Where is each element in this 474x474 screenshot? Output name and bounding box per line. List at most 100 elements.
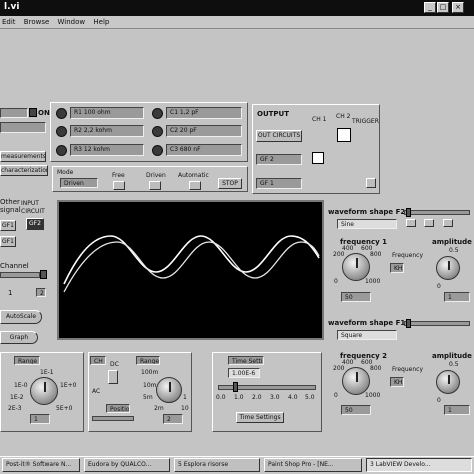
range2-label: Range bbox=[136, 356, 160, 365]
range1-value[interactable]: 1 bbox=[30, 414, 50, 424]
range1-tick-a: 1E-1 bbox=[40, 369, 54, 376]
menu-help[interactable]: Help bbox=[93, 18, 109, 26]
waveform-shape-f1-select[interactable]: Square bbox=[337, 330, 397, 340]
f2-scale-200: 200 bbox=[333, 365, 345, 372]
channel-slider[interactable] bbox=[0, 272, 40, 278]
amplitude-1-knob[interactable] bbox=[436, 256, 460, 280]
channel-slider-thumb[interactable] bbox=[40, 270, 47, 279]
time-tick-2: 2.0 bbox=[252, 394, 262, 401]
power-switch[interactable] bbox=[29, 108, 37, 117]
measurements-button[interactable]: measurements bbox=[0, 151, 46, 162]
f2-scale-1000: 1000 bbox=[365, 392, 381, 399]
menu-edit[interactable]: Edit bbox=[2, 18, 16, 26]
output-gf2-checkbox[interactable] bbox=[312, 152, 324, 164]
dc-label: DC bbox=[110, 361, 119, 368]
task-paintshop[interactable]: Paint Shop Pro - [NE... bbox=[264, 458, 362, 472]
range2-value[interactable]: 2 bbox=[163, 414, 183, 424]
menu-browse[interactable]: Browse bbox=[24, 18, 50, 26]
coupling-switch[interactable] bbox=[108, 370, 118, 384]
time-settings-button[interactable]: Time Settings bbox=[236, 412, 284, 423]
waveform-shape-f2-select[interactable]: Sine bbox=[337, 219, 397, 229]
frequency-2-value[interactable]: 50 bbox=[341, 405, 371, 415]
amplitude-2-knob[interactable] bbox=[436, 370, 460, 394]
signal-label: signal bbox=[0, 206, 21, 214]
f2-unit-label: Frequency bbox=[392, 366, 423, 373]
frequency-1-value[interactable]: 50 bbox=[341, 292, 371, 302]
gf1-button[interactable]: GF1 bbox=[0, 220, 16, 231]
frequency-1-knob[interactable] bbox=[342, 253, 370, 281]
minimize-button[interactable]: _ bbox=[424, 2, 436, 13]
c3-led[interactable] bbox=[152, 145, 163, 156]
autoscale-button[interactable]: AutoScale bbox=[0, 310, 42, 324]
automatic-button[interactable] bbox=[189, 181, 201, 190]
stop-button[interactable]: STOP bbox=[218, 178, 242, 189]
time-tick-1: 1.0 bbox=[234, 394, 244, 401]
f2-option-1[interactable] bbox=[406, 219, 416, 227]
output-ch1-label: CH 1 bbox=[312, 116, 327, 123]
menu-window[interactable]: Window bbox=[58, 18, 86, 26]
amp1-scale-0: 0 bbox=[437, 283, 441, 290]
output-title: OUTPUT bbox=[257, 110, 289, 118]
amplitude-1-value[interactable]: 1 bbox=[444, 292, 470, 302]
task-explorer[interactable]: 5 Esplora risorse bbox=[174, 458, 260, 472]
r1-led[interactable] bbox=[56, 108, 67, 119]
mode-selector[interactable]: Driven bbox=[60, 178, 98, 188]
waveform-plot bbox=[63, 235, 320, 293]
characterization-button[interactable]: characterization bbox=[0, 165, 48, 176]
r3-led[interactable] bbox=[56, 145, 67, 156]
position-label: Position bbox=[106, 404, 130, 413]
graph-button[interactable]: Graph bbox=[0, 331, 38, 344]
f1-shape-slider[interactable] bbox=[404, 321, 470, 326]
frequency-2-knob[interactable] bbox=[342, 367, 370, 395]
gf1-label: GF1 bbox=[2, 222, 14, 229]
channel-value[interactable]: 2 bbox=[36, 288, 46, 297]
position-slider[interactable] bbox=[92, 416, 134, 421]
f2-slider-thumb[interactable] bbox=[406, 208, 411, 217]
r2-led[interactable] bbox=[56, 126, 67, 137]
f1-scale-400: 400 bbox=[342, 245, 354, 252]
time-setting-value[interactable]: 1.00E-6 bbox=[228, 368, 260, 378]
free-button[interactable] bbox=[113, 181, 125, 190]
mode-label: Mode bbox=[57, 169, 74, 176]
menu-bar: Edit Browse Window Help bbox=[0, 16, 474, 29]
gf2-input-button[interactable]: GF2 bbox=[26, 218, 44, 230]
time-slider-thumb[interactable] bbox=[233, 382, 238, 392]
f2-slider[interactable] bbox=[404, 210, 470, 215]
gf2-input-label: GF2 bbox=[29, 220, 41, 227]
range1-label: Range bbox=[14, 356, 40, 365]
output-gf1-button[interactable] bbox=[366, 178, 376, 188]
range1-tick-e: 2E-3 bbox=[8, 405, 22, 412]
range2-knob[interactable] bbox=[156, 377, 182, 403]
c2-led[interactable] bbox=[152, 126, 163, 137]
amplitude-2-value[interactable]: 1 bbox=[444, 405, 470, 415]
window-title: l.vi bbox=[4, 2, 20, 12]
ch2-checkbox[interactable] bbox=[337, 128, 351, 142]
range2-tick-e: 1 bbox=[183, 394, 187, 401]
task-eudora[interactable]: Eudora by QUALCO... bbox=[84, 458, 170, 472]
f2-option-3[interactable] bbox=[443, 219, 453, 227]
waveform-trace-2 bbox=[63, 241, 320, 293]
close-button[interactable]: × bbox=[452, 2, 464, 13]
range1-tick-d: 1E-2 bbox=[10, 394, 24, 401]
f1-shape-slider-thumb[interactable] bbox=[406, 319, 411, 328]
f1-unit-select[interactable]: KHz bbox=[390, 263, 404, 273]
c2-field: C2 20 pF bbox=[166, 125, 242, 137]
range1-tick-f: 5E+0 bbox=[56, 405, 73, 412]
task-labview[interactable]: 3 LabVIEW Develo... bbox=[366, 458, 472, 472]
f2-option-2[interactable] bbox=[424, 219, 434, 227]
maximize-button[interactable]: □ bbox=[437, 2, 449, 13]
title-bar: l.vi bbox=[0, 0, 474, 16]
range2-tick-b: 10m bbox=[143, 382, 157, 389]
gf1-second-button[interactable]: GF1 bbox=[0, 236, 16, 247]
f2-unit-select[interactable]: KHz bbox=[390, 377, 404, 387]
c1-led[interactable] bbox=[152, 108, 163, 119]
c1-field: C1 1,2 pF bbox=[166, 107, 242, 119]
characterization-label: characterization bbox=[1, 167, 48, 174]
trigger-label: TRIGGER bbox=[352, 118, 379, 125]
stop-label: STOP bbox=[222, 180, 238, 187]
out-circuits-button[interactable]: OUT CIRCUITS bbox=[256, 130, 302, 142]
range1-knob[interactable] bbox=[30, 377, 58, 405]
task-postit[interactable]: Post-it® Software N... bbox=[2, 458, 80, 472]
amplitude-1-label: amplitude bbox=[432, 238, 472, 246]
driven-button[interactable] bbox=[149, 181, 161, 190]
